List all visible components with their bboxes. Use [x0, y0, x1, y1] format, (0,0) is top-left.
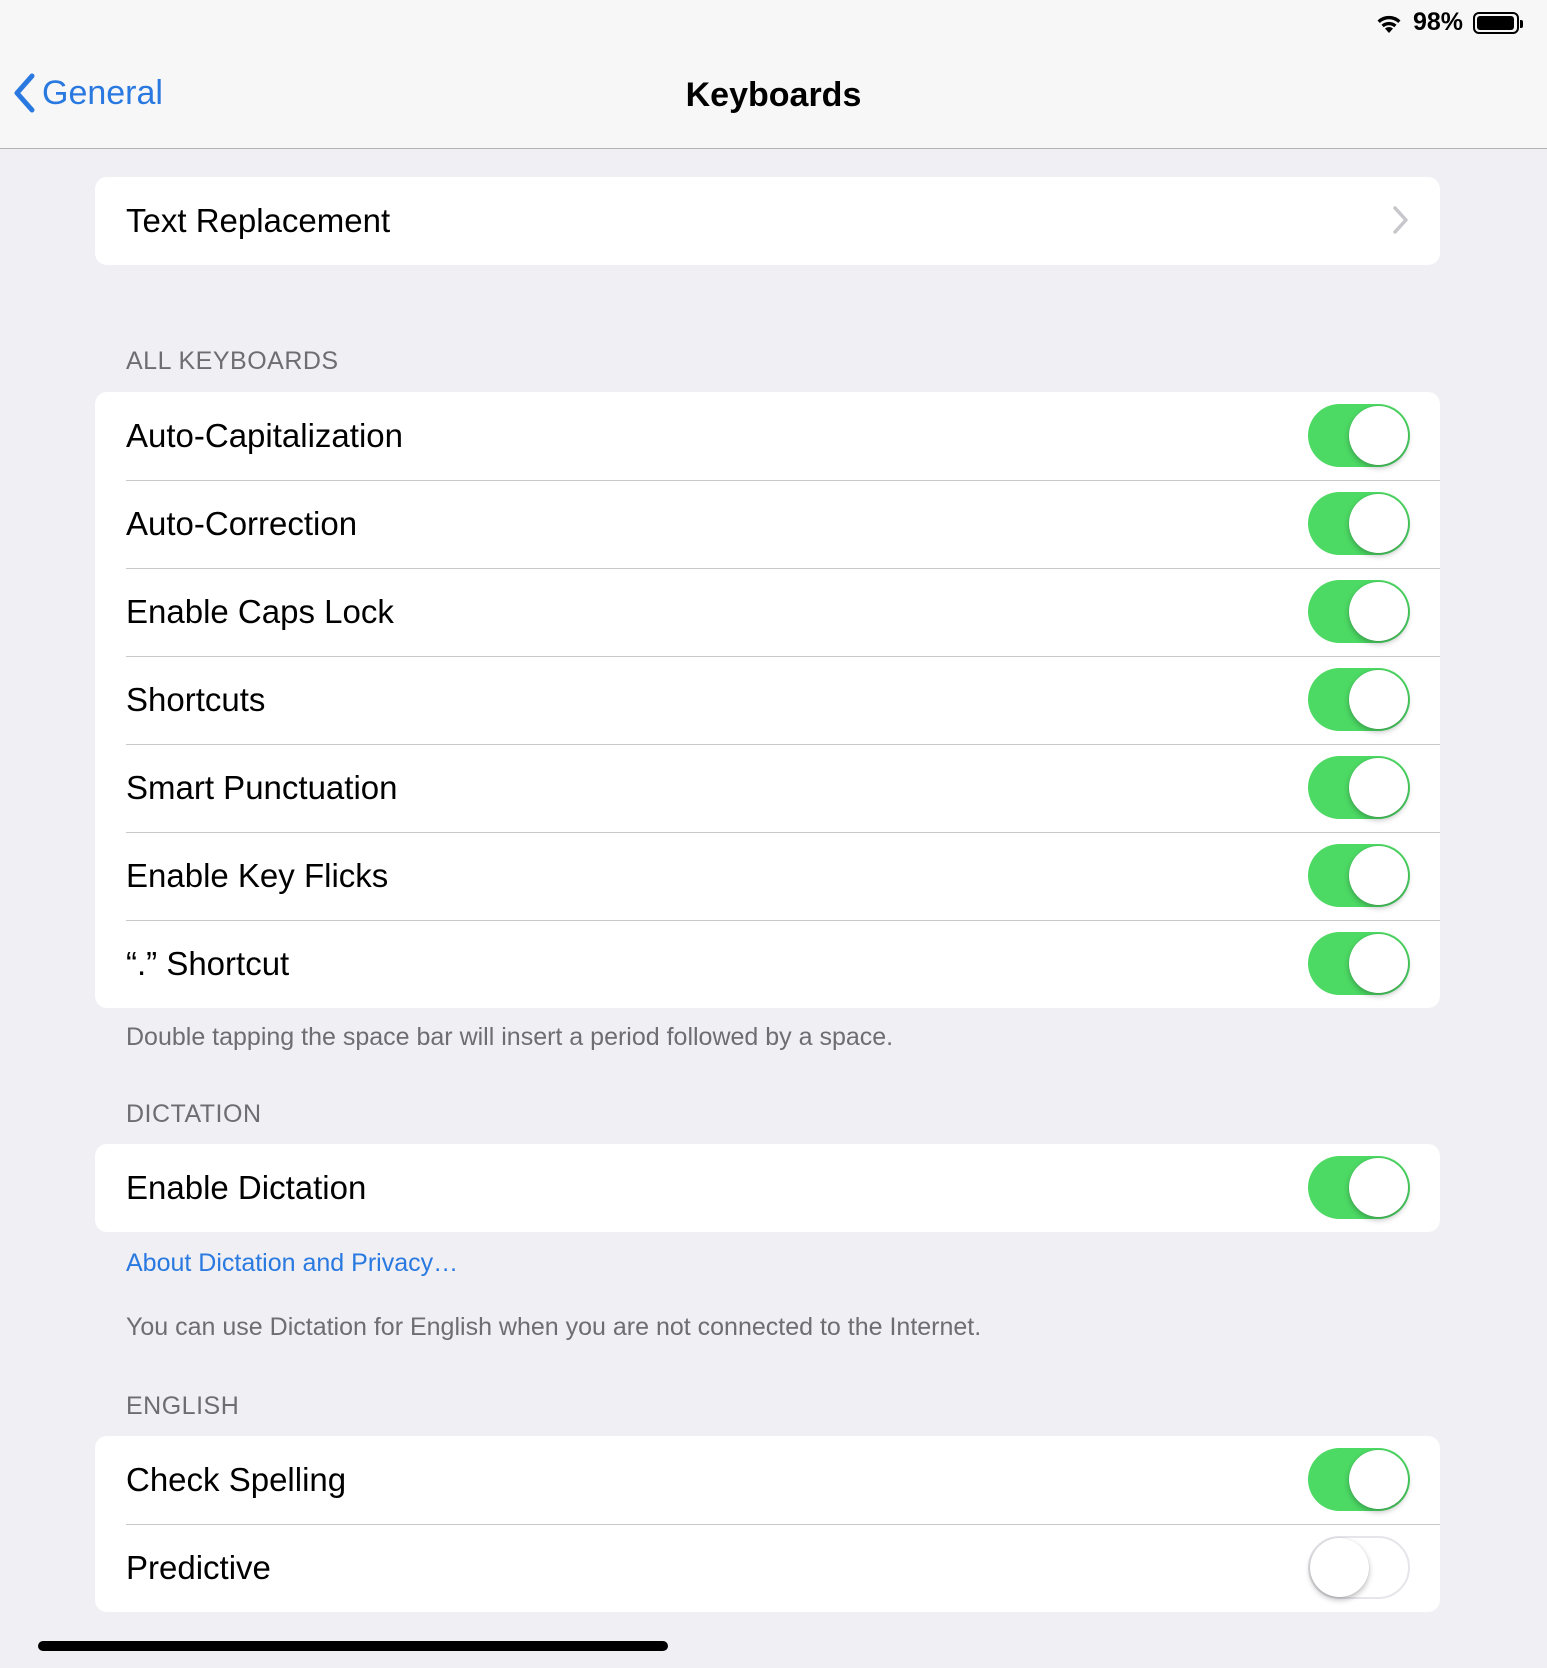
- dictation-header: DICTATION: [126, 1100, 262, 1128]
- wifi-icon: [1375, 12, 1403, 34]
- toggle-knob: [1349, 758, 1408, 817]
- toggle-knob: [1349, 846, 1408, 905]
- setting-label: Auto-Capitalization: [126, 417, 403, 454]
- toggle-knob: [1349, 1450, 1408, 1509]
- predictive-toggle[interactable]: [1308, 1536, 1410, 1599]
- setting-label: Check Spelling: [126, 1461, 347, 1498]
- check-spelling-toggle[interactable]: [1308, 1448, 1410, 1511]
- toggle-knob: [1349, 1158, 1408, 1217]
- battery-percent: 98%: [1412, 8, 1463, 36]
- dictation-group: Enable Dictation: [95, 1144, 1440, 1232]
- all-keyboards-header: ALL KEYBOARDS: [126, 347, 339, 375]
- auto-capitalization-toggle[interactable]: [1308, 404, 1410, 467]
- english-group: Check Spelling Predictive: [95, 1436, 1440, 1612]
- toggle-knob: [1349, 406, 1408, 465]
- auto-correction-toggle[interactable]: [1308, 492, 1410, 555]
- navigation-bar: General Keyboards: [0, 48, 1547, 149]
- chevron-right-icon: [1393, 206, 1408, 234]
- setting-label: Enable Caps Lock: [126, 593, 394, 630]
- settings-row-check-spelling: Check Spelling: [95, 1436, 1440, 1524]
- smart-punctuation-toggle[interactable]: [1308, 756, 1410, 819]
- text-replacement-label: Text Replacement: [126, 202, 391, 239]
- setting-label: Shortcuts: [126, 681, 266, 718]
- toggle-knob: [1349, 494, 1408, 553]
- all-keyboards-footer: Double tapping the space bar will insert…: [126, 1023, 894, 1051]
- settings-row-period-shortcut: “.” Shortcut: [95, 920, 1440, 1008]
- settings-row-enable-key-flicks: Enable Key Flicks: [95, 832, 1440, 920]
- all-keyboards-group: Auto-Capitalization Auto-Correction Enab…: [95, 392, 1440, 1008]
- status-indicators: 98%: [1375, 8, 1523, 37]
- enable-dictation-toggle[interactable]: [1308, 1156, 1410, 1219]
- toggle-knob: [1310, 1538, 1369, 1597]
- dictation-footer: You can use Dictation for English when y…: [126, 1313, 982, 1341]
- settings-row-auto-correction: Auto-Correction: [95, 480, 1440, 568]
- setting-label: Auto-Correction: [126, 505, 358, 542]
- settings-row-predictive: Predictive: [95, 1524, 1440, 1612]
- battery-icon: [1473, 11, 1523, 34]
- settings-row-smart-punctuation: Smart Punctuation: [95, 744, 1440, 832]
- enable-key-flicks-toggle[interactable]: [1308, 844, 1410, 907]
- battery-level-fill: [1477, 15, 1515, 30]
- setting-label: “.” Shortcut: [126, 945, 290, 982]
- home-indicator: [38, 1641, 668, 1651]
- text-replacement-group: Text Replacement: [95, 177, 1440, 265]
- toggle-knob: [1349, 582, 1408, 641]
- setting-label: Predictive: [126, 1549, 271, 1586]
- setting-label: Enable Key Flicks: [126, 857, 389, 894]
- toggle-knob: [1349, 934, 1408, 993]
- page-title: Keyboards: [685, 76, 862, 114]
- text-replacement-row[interactable]: Text Replacement: [95, 177, 1440, 265]
- english-header: ENGLISH: [126, 1392, 240, 1420]
- settings-row-shortcuts: Shortcuts: [95, 656, 1440, 744]
- status-bar: 98%: [0, 0, 1547, 48]
- settings-row-auto-capitalization: Auto-Capitalization: [95, 392, 1440, 480]
- toggle-knob: [1349, 670, 1408, 729]
- settings-row-enable-dictation: Enable Dictation: [95, 1144, 1440, 1232]
- about-dictation-privacy-link[interactable]: About Dictation and Privacy…: [126, 1249, 458, 1278]
- battery-nub: [1520, 19, 1523, 28]
- settings-row-enable-caps-lock: Enable Caps Lock: [95, 568, 1440, 656]
- period-shortcut-toggle[interactable]: [1308, 932, 1410, 995]
- shortcuts-toggle[interactable]: [1308, 668, 1410, 731]
- enable-caps-lock-toggle[interactable]: [1308, 580, 1410, 643]
- setting-label: Smart Punctuation: [126, 769, 398, 806]
- setting-label: Enable Dictation: [126, 1169, 367, 1206]
